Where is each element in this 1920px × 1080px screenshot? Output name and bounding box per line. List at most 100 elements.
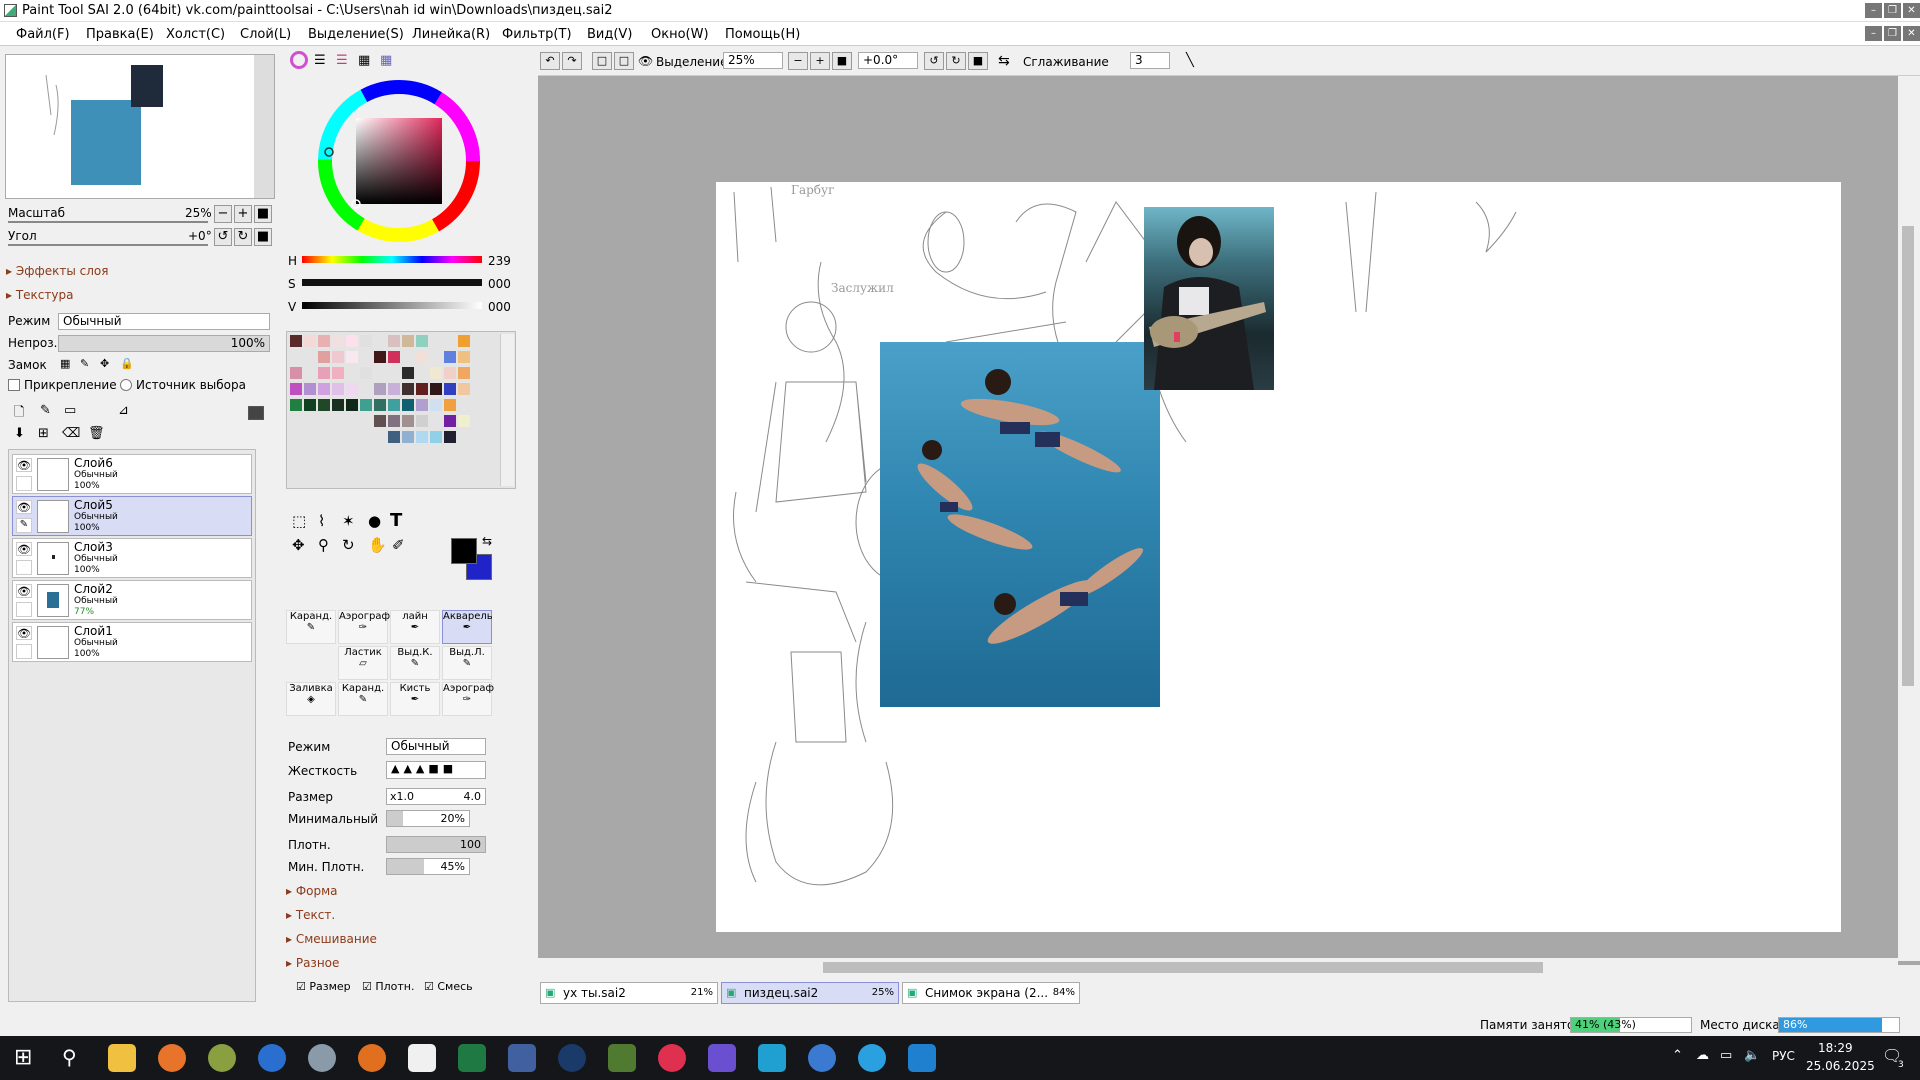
zoom-out-button[interactable]: − [214, 205, 232, 223]
menu-layer[interactable]: Слой(L) [240, 27, 291, 42]
app-w-icon[interactable] [258, 1044, 286, 1072]
text-tool-icon[interactable]: T [390, 510, 402, 531]
layer-row[interactable]: 👁 ✎ Слой5 Обычный 100% [12, 496, 252, 536]
zoom-reset-toolbar-button[interactable]: ■ [832, 52, 852, 70]
brush-deselect-pen[interactable]: Выд.Л. ✎ [442, 646, 492, 680]
lock-move-icon[interactable]: ✥ [100, 357, 109, 370]
layer-select-checkbox[interactable] [16, 602, 32, 617]
menu-view[interactable]: Вид(V) [587, 27, 632, 42]
texture-section[interactable]: ▸ Текстура [6, 288, 73, 302]
doc-tab[interactable]: ▣ Снимок экрана (2... 84% [902, 982, 1080, 1004]
menu-file[interactable]: Файл(F) [16, 27, 70, 42]
zoom-select[interactable]: 25% [723, 52, 783, 69]
color-wheel[interactable] [316, 78, 482, 244]
magic-wand-icon[interactable]: ✶ [342, 512, 355, 530]
visibility-eye-icon[interactable]: 👁 [16, 458, 32, 472]
layer-select-checkbox[interactable] [16, 560, 32, 575]
zoom-icon[interactable]: ⚲ [318, 536, 329, 554]
windows-start-icon[interactable]: ⊞ [14, 1045, 32, 1070]
color-wheel-tab-icon[interactable] [290, 51, 308, 69]
brush-watercolor[interactable]: Акварель ✒ [442, 610, 493, 644]
blending-section[interactable]: ▸ Смешивание [286, 932, 377, 946]
volume-icon[interactable]: 🔈 [1744, 1048, 1760, 1063]
eyedropper-icon[interactable]: ✐ [392, 536, 405, 554]
angle-select[interactable]: +0.0° [858, 52, 918, 69]
brush-brush[interactable]: Кисть ✒ [390, 682, 440, 716]
canvas-paper[interactable]: Гарбуг Заслужил [716, 182, 1841, 932]
layer-row[interactable]: 👁 Слой6 Обычный 100% [12, 454, 252, 494]
angle-slider[interactable] [8, 244, 208, 246]
move-icon[interactable]: ✥ [292, 536, 305, 554]
navigator-preview[interactable] [5, 54, 275, 199]
layer-row[interactable]: 👁 Слой3 Обычный 100% [12, 538, 252, 578]
layer-mask-icon[interactable] [248, 406, 264, 420]
menu-help[interactable]: Помощь(H) [725, 27, 800, 42]
blender-icon[interactable] [358, 1044, 386, 1072]
misc-section[interactable]: ▸ Разное [286, 956, 339, 970]
show-selection-icon[interactable]: 👁 [638, 54, 653, 68]
telegram-icon[interactable] [858, 1044, 886, 1072]
redo-button[interactable]: ↷ [562, 52, 582, 70]
lock-all-icon[interactable]: 🔒 [120, 357, 134, 370]
new-folder-icon[interactable]: ▭ [64, 403, 76, 418]
firefox-icon[interactable] [158, 1044, 186, 1072]
vscode-icon[interactable] [508, 1044, 536, 1072]
rotate-icon[interactable]: ↻ [342, 536, 355, 554]
rotate-right-button[interactable]: ↻ [234, 228, 252, 246]
hsv-slider-tab-icon[interactable]: ☰ [336, 53, 348, 68]
tray-chevron-icon[interactable]: ⌃ [1672, 1048, 1683, 1063]
doc-tab[interactable]: ▣ ух ты.sai2 21% [540, 982, 718, 1004]
brush-select-pen[interactable]: Выд.К. ✎ [390, 646, 440, 680]
brush-pencil[interactable]: Каранд. ✎ [286, 610, 336, 644]
canvas-area[interactable]: Гарбуг Заслужил Активация Windows Чтобы … [538, 76, 1920, 965]
lasso-icon[interactable]: ⌇ [318, 512, 325, 530]
menu-selection[interactable]: Выделение(S) [308, 27, 404, 42]
horizontal-scroll-thumb[interactable] [823, 962, 1543, 973]
palette-tab-icon[interactable]: ▦ [358, 53, 370, 68]
qbittorrent-icon[interactable] [808, 1044, 836, 1072]
brush-mode-select[interactable]: Обычный [386, 738, 486, 755]
deselect-button[interactable]: □ [592, 52, 612, 70]
doc-tab-active[interactable]: ▣ пиздец.sai2 25% [721, 982, 899, 1004]
swap-colors-icon[interactable]: ⇆ [482, 534, 492, 548]
maximize-button[interactable]: ❐ [1884, 3, 1901, 18]
brush-airbrush[interactable]: Аэрограф ✑ [338, 610, 390, 644]
language-indicator[interactable]: РУС [1772, 1049, 1795, 1063]
invert-select-button[interactable]: □ [614, 52, 634, 70]
lock-draw-icon[interactable]: ✎ [80, 357, 89, 370]
layer-transform-icon[interactable]: ⊿ [118, 403, 129, 418]
rotate-ccw-button[interactable]: ↺ [924, 52, 944, 70]
network-icon[interactable]: ▭ [1720, 1048, 1732, 1063]
undo-button[interactable]: ↶ [540, 52, 560, 70]
texture-brush-section[interactable]: ▸ Текст. [286, 908, 335, 922]
saturation-slider[interactable] [302, 279, 482, 286]
min-size-slider[interactable]: 20% [386, 810, 470, 827]
rotate-left-button[interactable]: ↺ [214, 228, 232, 246]
merge-down-icon[interactable]: ⬇ [14, 426, 25, 441]
layer-select-checkbox[interactable] [16, 644, 32, 659]
hardness-selector[interactable]: ▲▲▲■■ [386, 761, 486, 779]
swatches-tab-icon[interactable]: ▦ [380, 53, 392, 68]
selection-source-radio[interactable] [120, 379, 132, 391]
smoothing-select[interactable]: 3 [1130, 52, 1170, 69]
scale-slider[interactable] [8, 221, 208, 223]
brush-lineart[interactable]: лайн ✒ [390, 610, 440, 644]
layer-row[interactable]: 👁 Слой1 Обычный 100% [12, 622, 252, 662]
app-graph-icon[interactable] [908, 1044, 936, 1072]
layer-mode-select[interactable]: Обычный [58, 313, 270, 330]
min-density-slider[interactable]: 45% [386, 858, 470, 875]
guitarist-photo[interactable] [1144, 207, 1274, 390]
blend-check[interactable]: ☑ Смесь [424, 980, 473, 993]
new-linework-layer-icon[interactable]: ✎ [40, 403, 51, 418]
lock-transparency-icon[interactable]: ▦ [60, 357, 70, 370]
menu-ruler[interactable]: Линейка(R) [412, 27, 490, 42]
rect-select-icon[interactable]: ⬚ [292, 512, 306, 530]
doc-minimize-button[interactable]: – [1865, 26, 1882, 41]
swatch-grid[interactable] [290, 335, 474, 453]
brush-airbrush-2[interactable]: Аэрограф ✑ [442, 682, 494, 716]
size-field[interactable]: x1.0 4.0 [386, 788, 486, 805]
size-check[interactable]: ☑ Размер [296, 980, 351, 993]
underwater-photo[interactable] [880, 342, 1160, 707]
opacity-slider[interactable]: 100% [58, 335, 270, 352]
menu-edit[interactable]: Правка(E) [86, 27, 154, 42]
